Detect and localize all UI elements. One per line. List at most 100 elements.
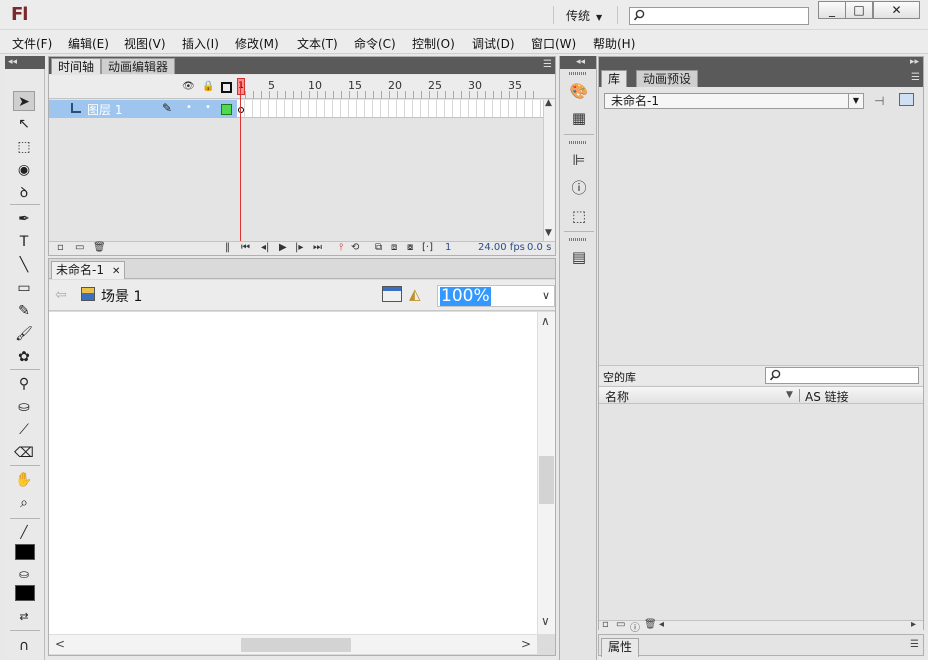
text-tool[interactable]: T: [13, 232, 35, 252]
tab-library[interactable]: 库: [601, 70, 628, 87]
frame-ruler[interactable]: [245, 91, 541, 99]
stroke-color-swatch[interactable]: [15, 544, 35, 560]
timeline-vscroll[interactable]: ▲ ▼: [543, 98, 555, 242]
menu-commands[interactable]: 命令(C): [354, 35, 396, 52]
tab-properties[interactable]: 属性: [601, 638, 640, 657]
last-frame-icon[interactable]: ⏭: [313, 242, 322, 253]
menu-edit[interactable]: 编辑(E): [68, 35, 109, 52]
back-arrow-icon[interactable]: ⇦: [55, 287, 67, 303]
frames-grid[interactable]: [237, 100, 543, 118]
paint-bucket-tool[interactable]: ⛀: [13, 397, 35, 417]
scroll-thumb[interactable]: [241, 638, 351, 652]
document-tab[interactable]: 未命名-1 ✕: [51, 261, 126, 279]
rectangle-tool[interactable]: ▭: [13, 278, 35, 298]
pen-tool[interactable]: ✒: [13, 209, 35, 229]
library-list[interactable]: [599, 405, 923, 619]
grip-handle[interactable]: [569, 72, 587, 75]
menu-insert[interactable]: 插入(I): [182, 35, 219, 52]
new-symbol-icon[interactable]: ▫: [602, 619, 609, 630]
align-panel-icon[interactable]: ⊫: [569, 150, 589, 170]
snap-magnet-icon[interactable]: ∩: [13, 636, 35, 656]
column-linkage[interactable]: AS 链接: [805, 388, 849, 405]
new-folder-icon[interactable]: ▭: [75, 242, 84, 253]
visibility-dot[interactable]: •: [186, 102, 192, 113]
scroll-right-icon[interactable]: >: [521, 637, 531, 651]
keyframe[interactable]: [238, 107, 244, 113]
menu-window[interactable]: 窗口(W): [531, 35, 576, 52]
scene-label[interactable]: 场景 1: [101, 286, 142, 306]
center-frame-icon[interactable]: ⫯: [339, 242, 343, 253]
current-frame[interactable]: 1: [445, 242, 451, 253]
zoom-select[interactable]: 100% ∨: [437, 285, 555, 307]
fill-color-icon[interactable]: ⛀: [13, 564, 35, 584]
sort-icon[interactable]: ▼: [786, 390, 793, 400]
transform-panel-icon[interactable]: ⬚: [569, 206, 589, 226]
swatches-panel-icon[interactable]: ▦: [569, 108, 589, 128]
eyedropper-tool[interactable]: ⟋: [13, 420, 35, 440]
menu-control[interactable]: 控制(O): [412, 35, 455, 52]
edit-multiple-frames-icon[interactable]: ⧇: [407, 242, 413, 253]
lock-dot[interactable]: •: [205, 102, 211, 113]
color-panel-icon[interactable]: 🎨: [569, 81, 589, 101]
tab-motion-editor[interactable]: 动画编辑器: [101, 58, 176, 74]
eraser-tool[interactable]: ⌫: [13, 443, 35, 463]
panel-menu-icon[interactable]: ☰: [543, 59, 552, 70]
close-button[interactable]: ✕: [873, 1, 920, 19]
help-search-input[interactable]: [629, 7, 809, 25]
pin-icon[interactable]: ⊣: [874, 94, 884, 108]
layer-name[interactable]: 图层 1: [87, 101, 122, 118]
new-layer-icon[interactable]: ▫: [57, 242, 64, 253]
fill-color-swatch[interactable]: [15, 585, 35, 601]
menu-view[interactable]: 视图(V): [124, 35, 166, 52]
prev-frame-icon[interactable]: ◂|: [261, 242, 269, 253]
scroll-down-icon[interactable]: ∨: [541, 614, 550, 628]
modify-markers-icon[interactable]: [·]: [422, 242, 433, 253]
menu-file[interactable]: 文件(F): [12, 35, 52, 52]
scroll-thumb[interactable]: [539, 456, 554, 504]
edit-scene-icon[interactable]: [382, 286, 402, 302]
onion-outline-icon[interactable]: ⧈: [391, 242, 397, 253]
stage-vscroll[interactable]: ∧ ∨: [537, 312, 555, 634]
bone-tool[interactable]: ⚲: [13, 374, 35, 394]
menu-modify[interactable]: 修改(M): [235, 35, 279, 52]
scroll-right-icon[interactable]: ▸: [911, 619, 916, 630]
pencil-tool[interactable]: ✎: [13, 301, 35, 321]
panel-menu-icon[interactable]: ☰: [910, 639, 919, 650]
menu-debug[interactable]: 调试(D): [472, 35, 515, 52]
swap-colors-icon[interactable]: ⇄: [13, 607, 35, 627]
playhead[interactable]: 1: [237, 78, 245, 95]
column-name[interactable]: 名称: [605, 388, 629, 405]
info-panel-icon[interactable]: ⓘ: [569, 178, 589, 198]
stage-hscroll[interactable]: < >: [49, 634, 537, 654]
tab-motion-presets[interactable]: 动画预设: [636, 70, 699, 87]
collapse-icon[interactable]: ◂◂: [5, 56, 45, 69]
brush-tool[interactable]: 🖌: [13, 324, 35, 344]
edit-symbols-icon[interactable]: ◭: [409, 285, 421, 303]
loop-icon[interactable]: ⟲: [351, 242, 359, 253]
minimize-button[interactable]: _: [818, 1, 846, 19]
grip-handle[interactable]: [569, 238, 587, 241]
subselection-tool[interactable]: ↖: [13, 114, 35, 134]
tab-timeline[interactable]: 时间轴: [51, 58, 102, 74]
next-frame-icon[interactable]: |▸: [295, 242, 303, 253]
panel-menu-icon[interactable]: ☰: [911, 72, 920, 83]
library-document-select[interactable]: 未命名-1 ▼: [604, 93, 864, 109]
layer-outline-color[interactable]: [221, 104, 232, 115]
new-folder-icon[interactable]: ▭: [616, 619, 625, 630]
collapse-icon[interactable]: ◂◂: [560, 56, 596, 69]
zoom-tool[interactable]: ⌕: [13, 493, 35, 513]
outline-icon[interactable]: [221, 82, 232, 93]
expand-icon[interactable]: ▸▸: [599, 57, 923, 69]
lock-icon[interactable]: 🔒: [202, 81, 214, 92]
frame-rate[interactable]: 24.00 fps: [478, 242, 525, 253]
free-transform-tool[interactable]: ⬚: [13, 137, 35, 157]
grip-handle[interactable]: [569, 141, 587, 144]
scroll-up-icon[interactable]: ▲: [545, 98, 552, 108]
layer-row[interactable]: 图层 1 ✎ • •: [49, 100, 237, 118]
scroll-left-icon[interactable]: <: [55, 637, 65, 651]
lasso-tool[interactable]: ꝺ: [13, 183, 35, 203]
menu-help[interactable]: 帮助(H): [593, 35, 635, 52]
delete-layer-icon[interactable]: 🗑: [93, 242, 106, 253]
library-search-input[interactable]: [765, 367, 919, 384]
new-library-panel-icon[interactable]: [899, 93, 914, 106]
